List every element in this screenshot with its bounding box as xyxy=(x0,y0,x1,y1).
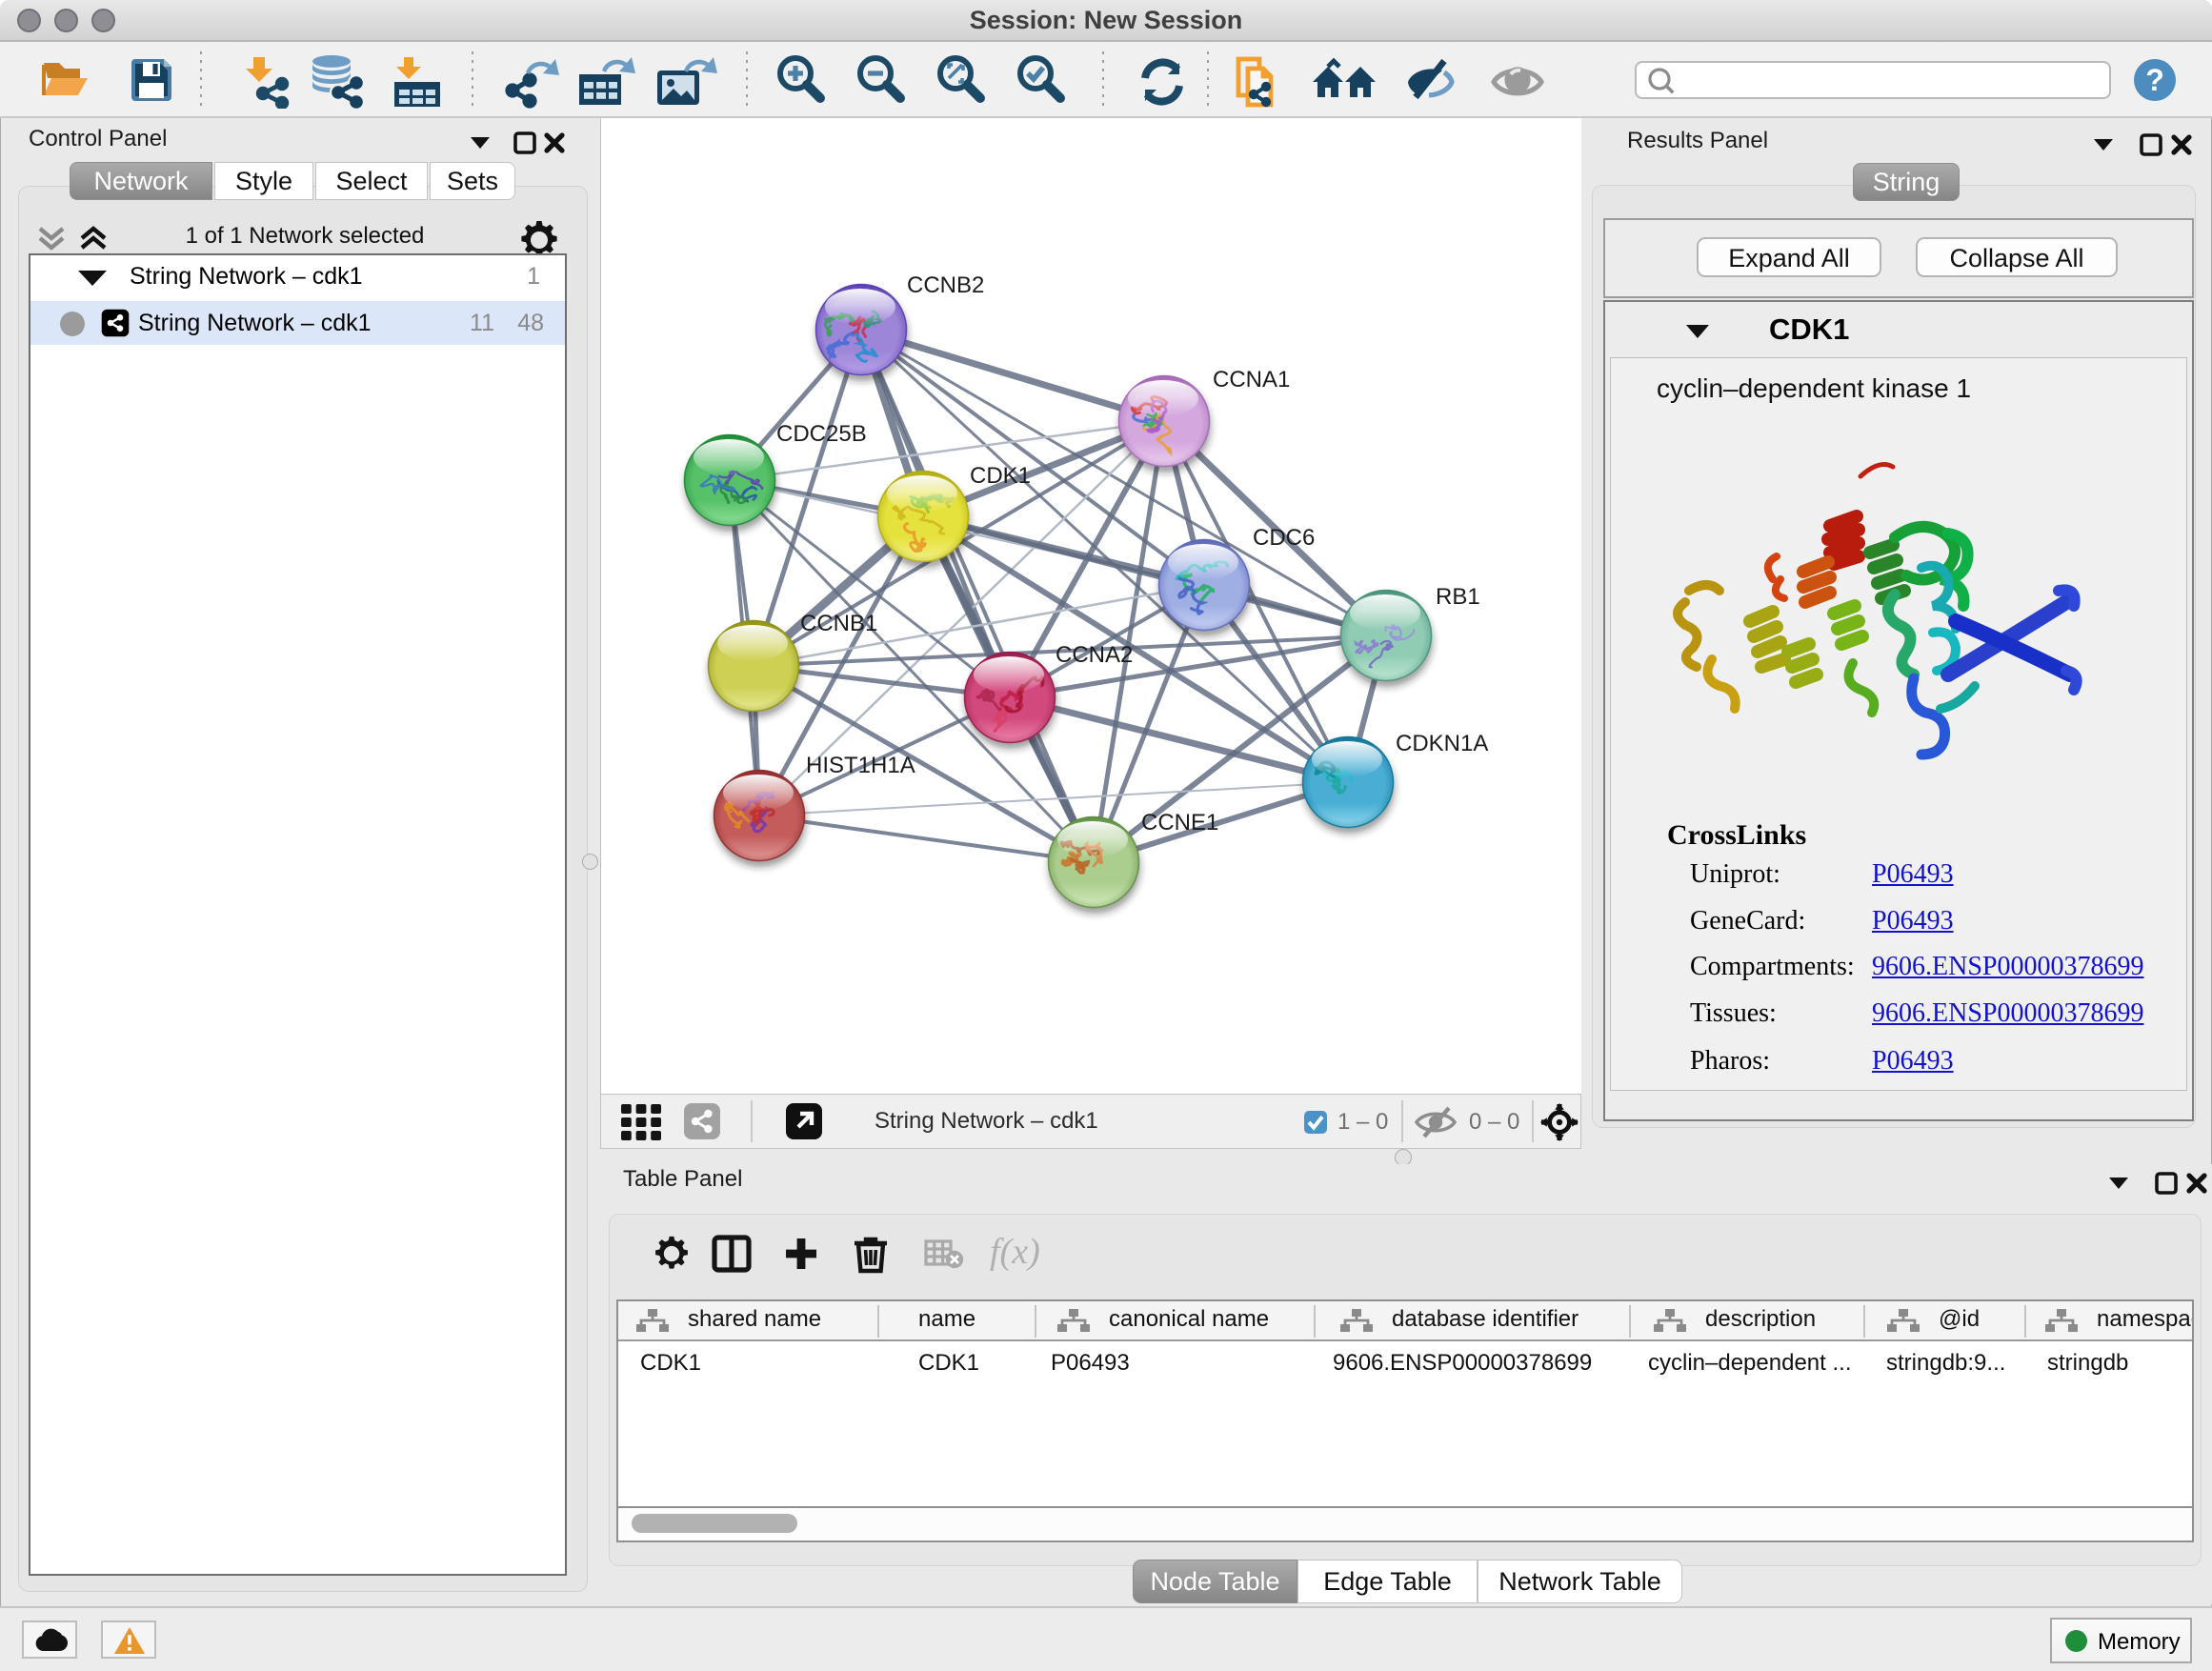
svg-text:?: ? xyxy=(2145,63,2164,97)
svg-text:HIST1H1A: HIST1H1A xyxy=(806,753,915,778)
svg-text:CDC6: CDC6 xyxy=(1253,525,1315,551)
svg-text:CCNA2: CCNA2 xyxy=(1056,642,1133,668)
svg-text:CDC25B: CDC25B xyxy=(776,421,867,447)
svg-text:CCNB2: CCNB2 xyxy=(907,272,984,298)
svg-text:CCNA1: CCNA1 xyxy=(1213,367,1290,393)
svg-text:CCNE1: CCNE1 xyxy=(1141,810,1218,836)
svg-text:RB1: RB1 xyxy=(1436,584,1480,610)
svg-text:CDK1: CDK1 xyxy=(970,463,1031,489)
svg-text:CDKN1A: CDKN1A xyxy=(1396,731,1488,756)
svg-text:CCNB1: CCNB1 xyxy=(800,611,877,636)
